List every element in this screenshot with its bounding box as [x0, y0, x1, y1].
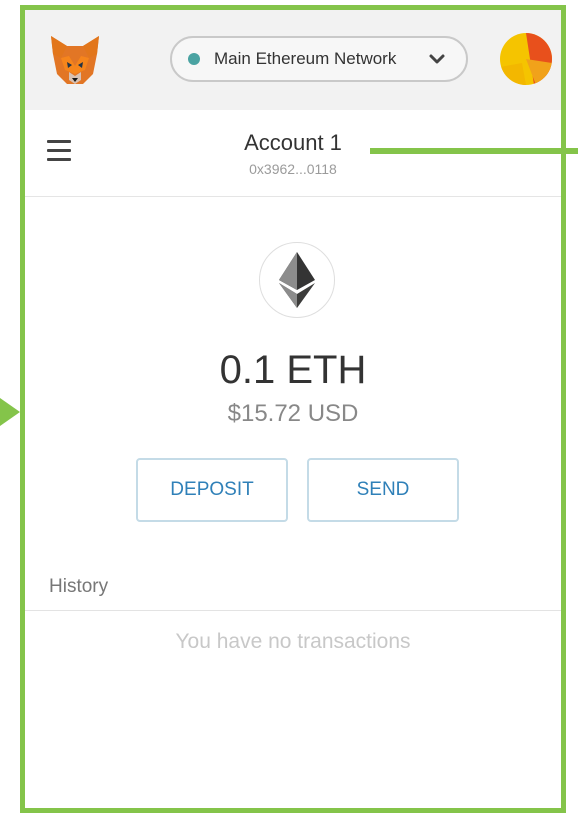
empty-transactions-message: You have no transactions [175, 630, 411, 653]
chevron-down-icon [429, 54, 445, 64]
metamask-fox-icon[interactable] [47, 32, 103, 88]
deposit-button[interactable]: DEPOSIT [136, 458, 288, 522]
network-label: Main Ethereum Network [214, 49, 397, 68]
annotation-arrow-frame [0, 398, 20, 426]
history-divider [25, 610, 561, 611]
wallet-app: Main Ethereum Network Account 1 0x3962..… [25, 10, 561, 808]
network-selector[interactable]: Main Ethereum Network [170, 36, 468, 82]
eth-balance: 0.1 ETH [219, 348, 367, 392]
send-button[interactable]: SEND [307, 458, 459, 522]
account-identicon[interactable] [500, 33, 552, 85]
top-bar: Main Ethereum Network [25, 10, 561, 110]
ethereum-icon [259, 242, 335, 318]
fiat-balance: $15.72 USD [227, 400, 359, 427]
account-address[interactable]: 0x3962...0118 [25, 161, 561, 177]
history-heading: History [49, 576, 109, 597]
network-status-dot [188, 53, 200, 65]
annotation-arrow-account [370, 148, 578, 154]
